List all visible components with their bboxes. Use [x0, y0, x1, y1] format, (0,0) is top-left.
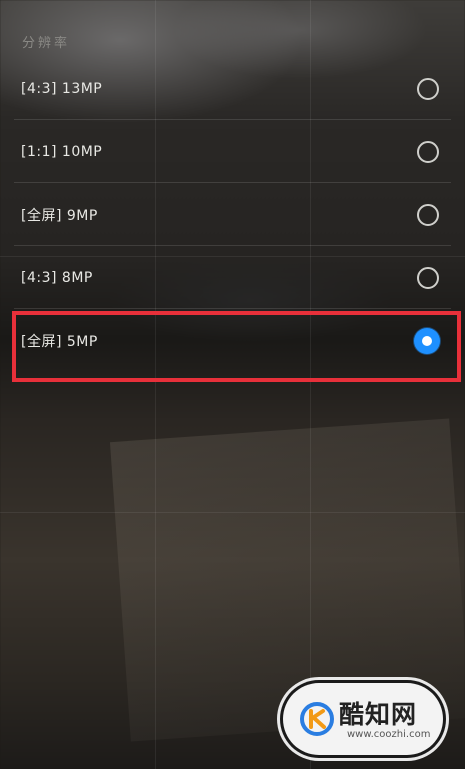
option-label: [全屏] 9MP — [21, 208, 98, 224]
watermark-badge: 酷知网 www.coozhi.com — [283, 683, 443, 755]
option-label: [1:1] 10MP — [21, 144, 103, 160]
section-title: 分辨率 — [22, 36, 71, 51]
radio-button[interactable] — [417, 204, 439, 226]
watermark-name: 酷知网 — [339, 700, 418, 729]
divider — [14, 182, 451, 183]
radio-button[interactable] — [417, 78, 439, 100]
resolution-option-4-3-8mp[interactable]: [4:3] 8MP — [0, 247, 465, 309]
coozhi-logo-icon — [300, 702, 334, 736]
divider — [14, 245, 451, 246]
radio-button[interactable] — [417, 141, 439, 163]
radio-button[interactable] — [417, 267, 439, 289]
option-label: [4:3] 8MP — [21, 270, 93, 286]
highlight-annotation-box — [12, 311, 461, 382]
watermark-url: www.coozhi.com — [347, 729, 431, 740]
option-label: [4:3] 13MP — [21, 81, 103, 97]
divider — [14, 308, 451, 309]
resolution-option-fullscreen-9mp[interactable]: [全屏] 9MP — [0, 184, 465, 246]
resolution-option-4-3-13mp[interactable]: [4:3] 13MP — [0, 58, 465, 120]
resolution-option-1-1-10mp[interactable]: [1:1] 10MP — [0, 121, 465, 183]
divider — [14, 119, 451, 120]
grid-line — [0, 512, 465, 513]
